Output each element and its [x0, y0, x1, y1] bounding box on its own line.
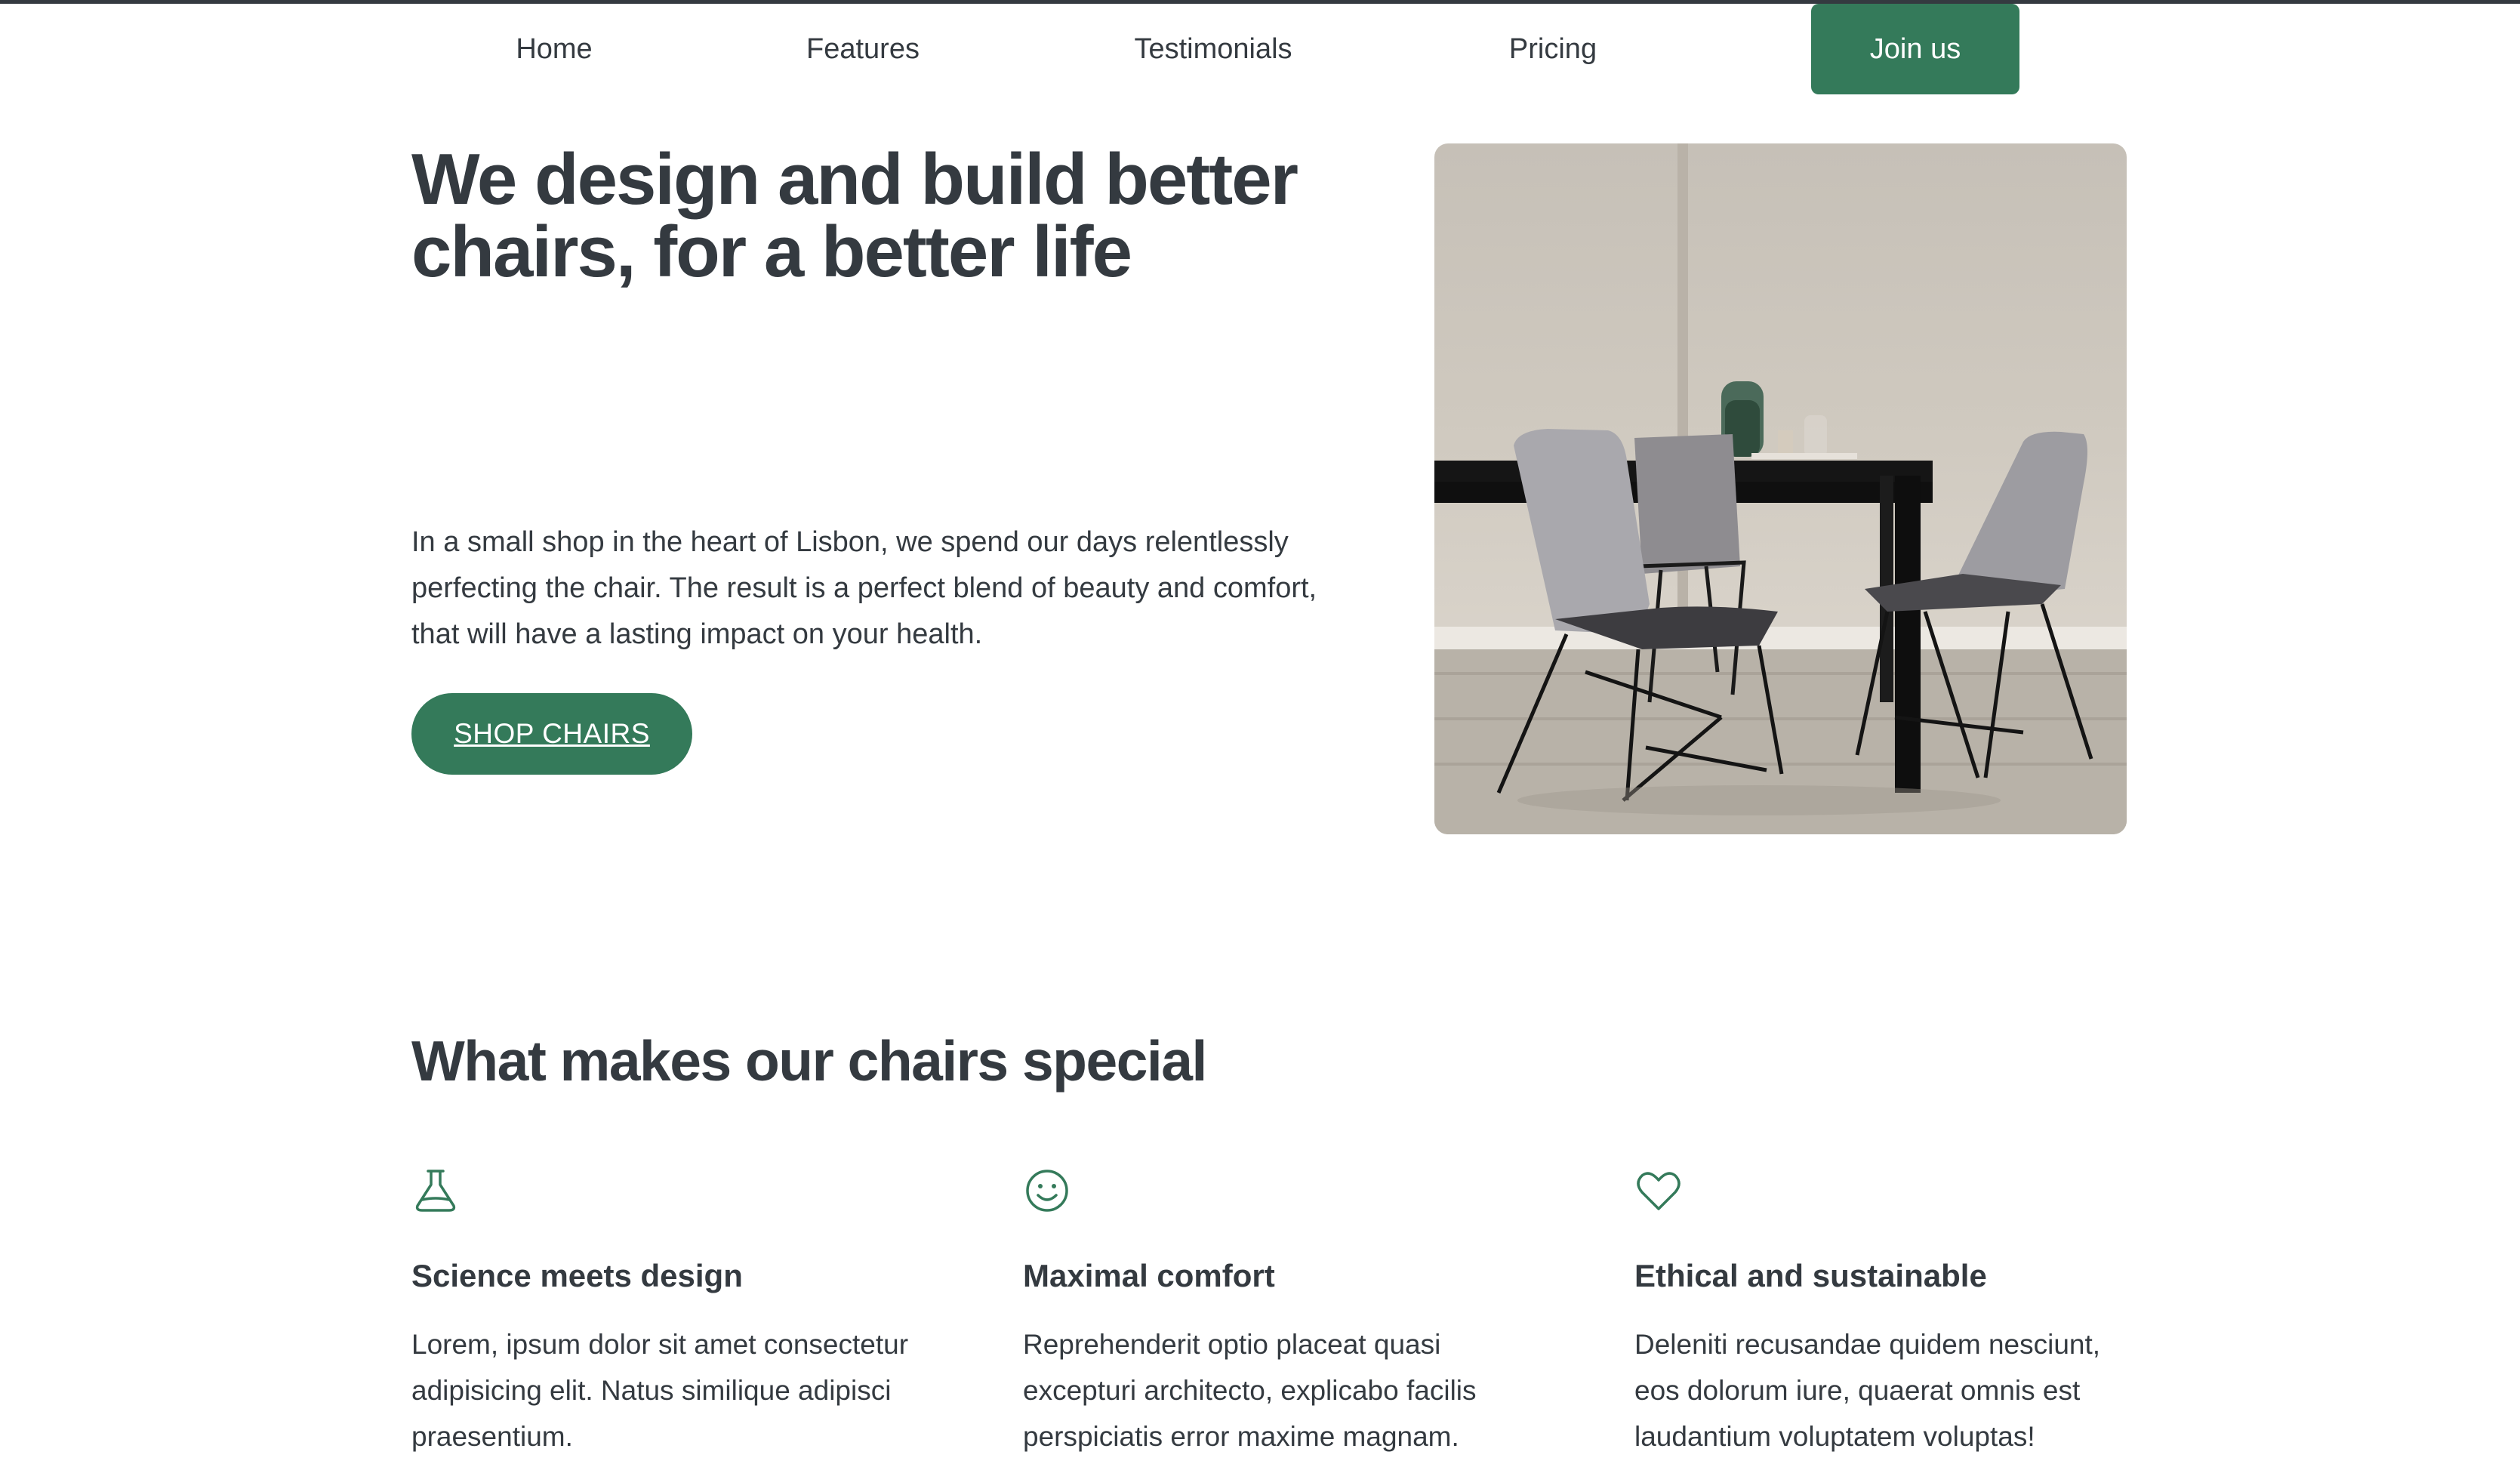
feature-text: Reprehenderit optio placeat quasi except…	[1023, 1329, 1477, 1452]
hero-title: We design and build better chairs, for a…	[411, 139, 1299, 292]
hero-image	[1434, 143, 2127, 834]
feature-comfort: Maximal comfort Reprehenderit optio plac…	[1023, 1167, 1551, 1452]
feature-science: Science meets design Lorem, ipsum dolor …	[411, 1167, 940, 1452]
feature-ethical: Ethical and sustainable Deleniti recusan…	[1634, 1167, 2163, 1452]
nav-pricing-link[interactable]: Pricing	[1477, 4, 1628, 94]
features-title: What makes our chairs special	[411, 1029, 1207, 1093]
nav-features-link[interactable]: Features	[787, 4, 938, 94]
dining-chairs-photo	[1434, 143, 2127, 834]
smile-icon	[1026, 1170, 1068, 1212]
nav-testimonials-link[interactable]: Testimonials	[1108, 4, 1319, 94]
nav-home-link[interactable]: Home	[479, 4, 630, 94]
feature-title: Ethical and sustainable	[1634, 1258, 1987, 1293]
main-nav: Home Features Testimonials Pricing Join …	[0, 4, 2520, 94]
feature-text: Deleniti recusandae quidem nesciunt, eos…	[1634, 1329, 2101, 1452]
feature-title: Maximal comfort	[1023, 1258, 1275, 1293]
heart-icon	[1637, 1172, 1681, 1210]
shop-chairs-button[interactable]: SHOP CHAIRS	[411, 693, 692, 775]
hero-description: In a small shop in the heart of Lisbon, …	[411, 526, 1317, 650]
feature-title: Science meets design	[411, 1258, 743, 1293]
feature-text: Lorem, ipsum dolor sit amet consectetur …	[411, 1329, 909, 1452]
join-us-button[interactable]: Join us	[1811, 4, 2019, 94]
flask-icon	[415, 1170, 456, 1212]
